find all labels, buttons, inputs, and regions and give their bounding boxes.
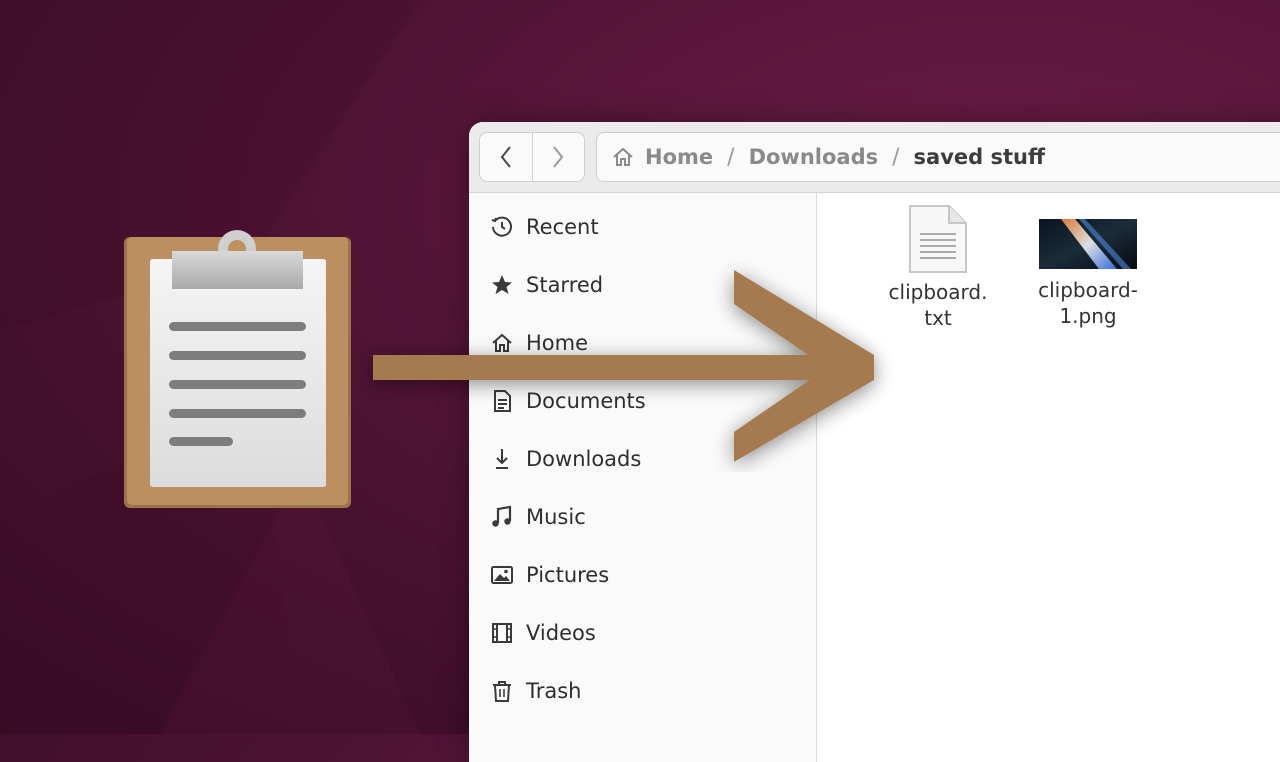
sidebar-item-label: Pictures bbox=[526, 563, 610, 587]
sidebar-item-label: Trash bbox=[526, 679, 582, 703]
home-icon[interactable] bbox=[611, 145, 635, 169]
sidebar-item-trash[interactable]: Trash bbox=[469, 663, 816, 719]
image-thumbnail bbox=[1039, 219, 1137, 269]
forward-button[interactable] bbox=[531, 133, 585, 181]
sidebar-item-recent[interactable]: Recent bbox=[469, 199, 816, 255]
breadcrumb: Home / Downloads / saved stuff bbox=[596, 132, 1280, 182]
breadcrumb-downloads[interactable]: Downloads bbox=[749, 145, 879, 169]
trash-icon bbox=[489, 678, 515, 704]
sidebar-item-label: Videos bbox=[526, 621, 596, 645]
picture-icon bbox=[489, 562, 515, 588]
sidebar-item-music[interactable]: Music bbox=[469, 489, 816, 545]
breadcrumb-separator: / bbox=[727, 144, 735, 170]
file-item[interactable]: clipboard- 1.png bbox=[1018, 219, 1158, 329]
header-bar: Home / Downloads / saved stuff bbox=[469, 122, 1280, 193]
clipboard-icon bbox=[124, 230, 351, 508]
sidebar-item-videos[interactable]: Videos bbox=[469, 605, 816, 661]
music-icon bbox=[489, 504, 515, 530]
text-file-icon bbox=[909, 205, 967, 273]
breadcrumb-current-folder[interactable]: saved stuff bbox=[914, 145, 1045, 169]
file-name: clipboard- 1.png bbox=[1038, 278, 1138, 328]
clock-icon bbox=[489, 214, 515, 240]
breadcrumb-home[interactable]: Home bbox=[645, 145, 713, 169]
chevron-right-icon bbox=[553, 146, 564, 168]
back-button[interactable] bbox=[480, 133, 532, 181]
arrow-right-icon bbox=[373, 270, 874, 462]
sidebar-item-pictures[interactable]: Pictures bbox=[469, 547, 816, 603]
navigation-buttons bbox=[479, 132, 585, 182]
sidebar-item-label: Recent bbox=[526, 215, 599, 239]
breadcrumb-separator: / bbox=[892, 144, 900, 170]
sidebar-item-label: Music bbox=[526, 505, 586, 529]
video-icon bbox=[489, 620, 515, 646]
chevron-left-icon bbox=[500, 146, 511, 168]
